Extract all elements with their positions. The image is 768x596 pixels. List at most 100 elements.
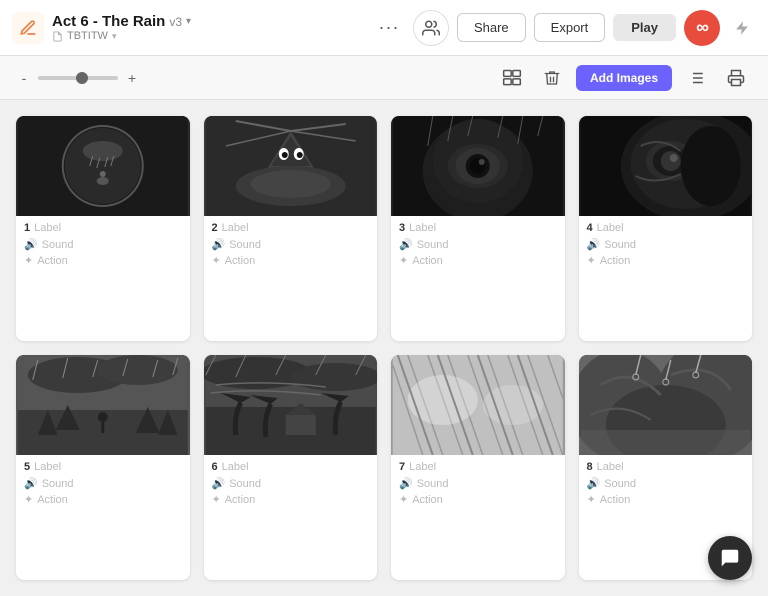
card-label-row-1: 1 Label [24,222,182,234]
zoom-slider[interactable] [38,76,118,80]
card-label-1: Label [34,222,61,234]
card-label-row-7: 7 Label [399,461,557,473]
card-number-2: 2 [212,222,218,234]
card-label-3: Label [409,222,436,234]
card-body-1: 1 Label 🔊 Sound ✦ Action [16,216,190,276]
action-icon-1: ✦ [24,254,33,267]
card-image-3 [391,116,565,216]
users-icon [422,19,440,37]
infinity-button[interactable]: ∞ [684,10,720,46]
card-number-1: 1 [24,222,30,234]
title-row: Act 6 - The Rain v3 ▾ [52,13,191,30]
lightning-button[interactable] [728,14,756,42]
trash-button[interactable] [536,62,568,94]
volume-icon-6: 🔊 [212,477,226,490]
card-label-6: Label [222,461,249,473]
card-body-3: 3 Label 🔊 Sound ✦ Action [391,216,565,276]
infinity-icon: ∞ [696,17,708,38]
storyboard-card-5[interactable]: 5 Label 🔊 Sound ✦ Action [16,355,190,580]
storyboard-view-button[interactable] [496,62,528,94]
act-title: Act 6 - The Rain [52,13,165,30]
card-action-row-2: ✦ Action [212,254,370,267]
card-body-7: 7 Label 🔊 Sound ✦ Action [391,455,565,515]
storyboard-card-6[interactable]: 6 Label 🔊 Sound ✦ Action [204,355,378,580]
header-right: Share Export Play ∞ [413,10,756,46]
action-icon-2: ✦ [212,254,221,267]
card-sound-row-6: 🔊 Sound [212,477,370,490]
card-body-5: 5 Label 🔊 Sound ✦ Action [16,455,190,515]
card-image-8 [579,355,753,455]
zoom-thumb [76,72,88,84]
card-image-1 [16,116,190,216]
collaborators-button[interactable] [413,10,449,46]
action-icon-5: ✦ [24,493,33,506]
card-action-row-6: ✦ Action [212,493,370,506]
action-icon-6: ✦ [212,493,221,506]
card-action-8: Action [600,494,631,506]
header: Act 6 - The Rain v3 ▾ TBTITW ▾ ··· [0,0,768,56]
card-label-7: Label [409,461,436,473]
add-images-button[interactable]: Add Images [576,65,672,91]
card-sound-7: Sound [417,478,449,490]
trash-icon [543,69,561,87]
volume-icon-1: 🔊 [24,238,38,251]
storyboard-card-2[interactable]: 2 Label 🔊 Sound ✦ Action [204,116,378,341]
card-label-row-3: 3 Label [399,222,557,234]
card-action-row-5: ✦ Action [24,493,182,506]
card-number-4: 4 [587,222,593,234]
chat-fab-button[interactable] [708,536,752,580]
action-icon-4: ✦ [587,254,596,267]
doc-icon [52,31,63,42]
chat-icon [719,547,741,569]
card-sound-6: Sound [229,478,261,490]
toolbar: - + Add Images [0,56,768,100]
card-sound-5: Sound [42,478,74,490]
card-number-6: 6 [212,461,218,473]
action-icon-7: ✦ [399,493,408,506]
card-label-row-6: 6 Label [212,461,370,473]
card-action-7: Action [412,494,443,506]
card-action-row-3: ✦ Action [399,254,557,267]
title-block: Act 6 - The Rain v3 ▾ TBTITW ▾ [52,13,191,42]
card-body-8: 8 Label 🔊 Sound ✦ Action [579,455,753,515]
card-action-4: Action [600,255,631,267]
card-label-8: Label [597,461,624,473]
card-action-row-7: ✦ Action [399,493,557,506]
card-number-3: 3 [399,222,405,234]
storyboard-grid: 1 Label 🔊 Sound ✦ Action [0,100,768,596]
volume-icon-2: 🔊 [212,238,226,251]
share-button[interactable]: Share [457,13,526,42]
print-icon [727,69,745,87]
print-button[interactable] [720,62,752,94]
storyboard-card-1[interactable]: 1 Label 🔊 Sound ✦ Action [16,116,190,341]
play-button[interactable]: Play [613,14,676,41]
card-action-3: Action [412,255,443,267]
card-action-row-8: ✦ Action [587,493,745,506]
card-sound-row-2: 🔊 Sound [212,238,370,251]
card-image-7 [391,355,565,455]
card-label-row-2: 2 Label [212,222,370,234]
card-label-row-4: 4 Label [587,222,745,234]
zoom-out-button[interactable]: - [16,70,32,86]
chevron-down-icon[interactable]: ▾ [186,16,191,27]
storyboard-card-3[interactable]: 3 Label 🔊 Sound ✦ Action [391,116,565,341]
volume-icon-3: 🔊 [399,238,413,251]
more-options-button[interactable]: ··· [373,12,405,44]
card-sound-row-4: 🔊 Sound [587,238,745,251]
card-number-5: 5 [24,461,30,473]
pencil-icon-wrap[interactable] [12,12,44,44]
list-view-button[interactable] [680,62,712,94]
action-icon-8: ✦ [587,493,596,506]
toolbar-left: - + [16,70,488,86]
storyboard-card-7[interactable]: 7 Label 🔊 Sound ✦ Action [391,355,565,580]
volume-icon-4: 🔊 [587,238,601,251]
card-action-2: Action [225,255,256,267]
card-sound-row-5: 🔊 Sound [24,477,182,490]
card-label-row-5: 5 Label [24,461,182,473]
export-button[interactable]: Export [534,13,606,42]
subtitle-chevron-icon[interactable]: ▾ [112,31,117,42]
card-body-2: 2 Label 🔊 Sound ✦ Action [204,216,378,276]
storyboard-card-4[interactable]: 4 Label 🔊 Sound ✦ Action [579,116,753,341]
subtitle-row: TBTITW ▾ [52,30,191,42]
zoom-in-button[interactable]: + [124,70,140,86]
